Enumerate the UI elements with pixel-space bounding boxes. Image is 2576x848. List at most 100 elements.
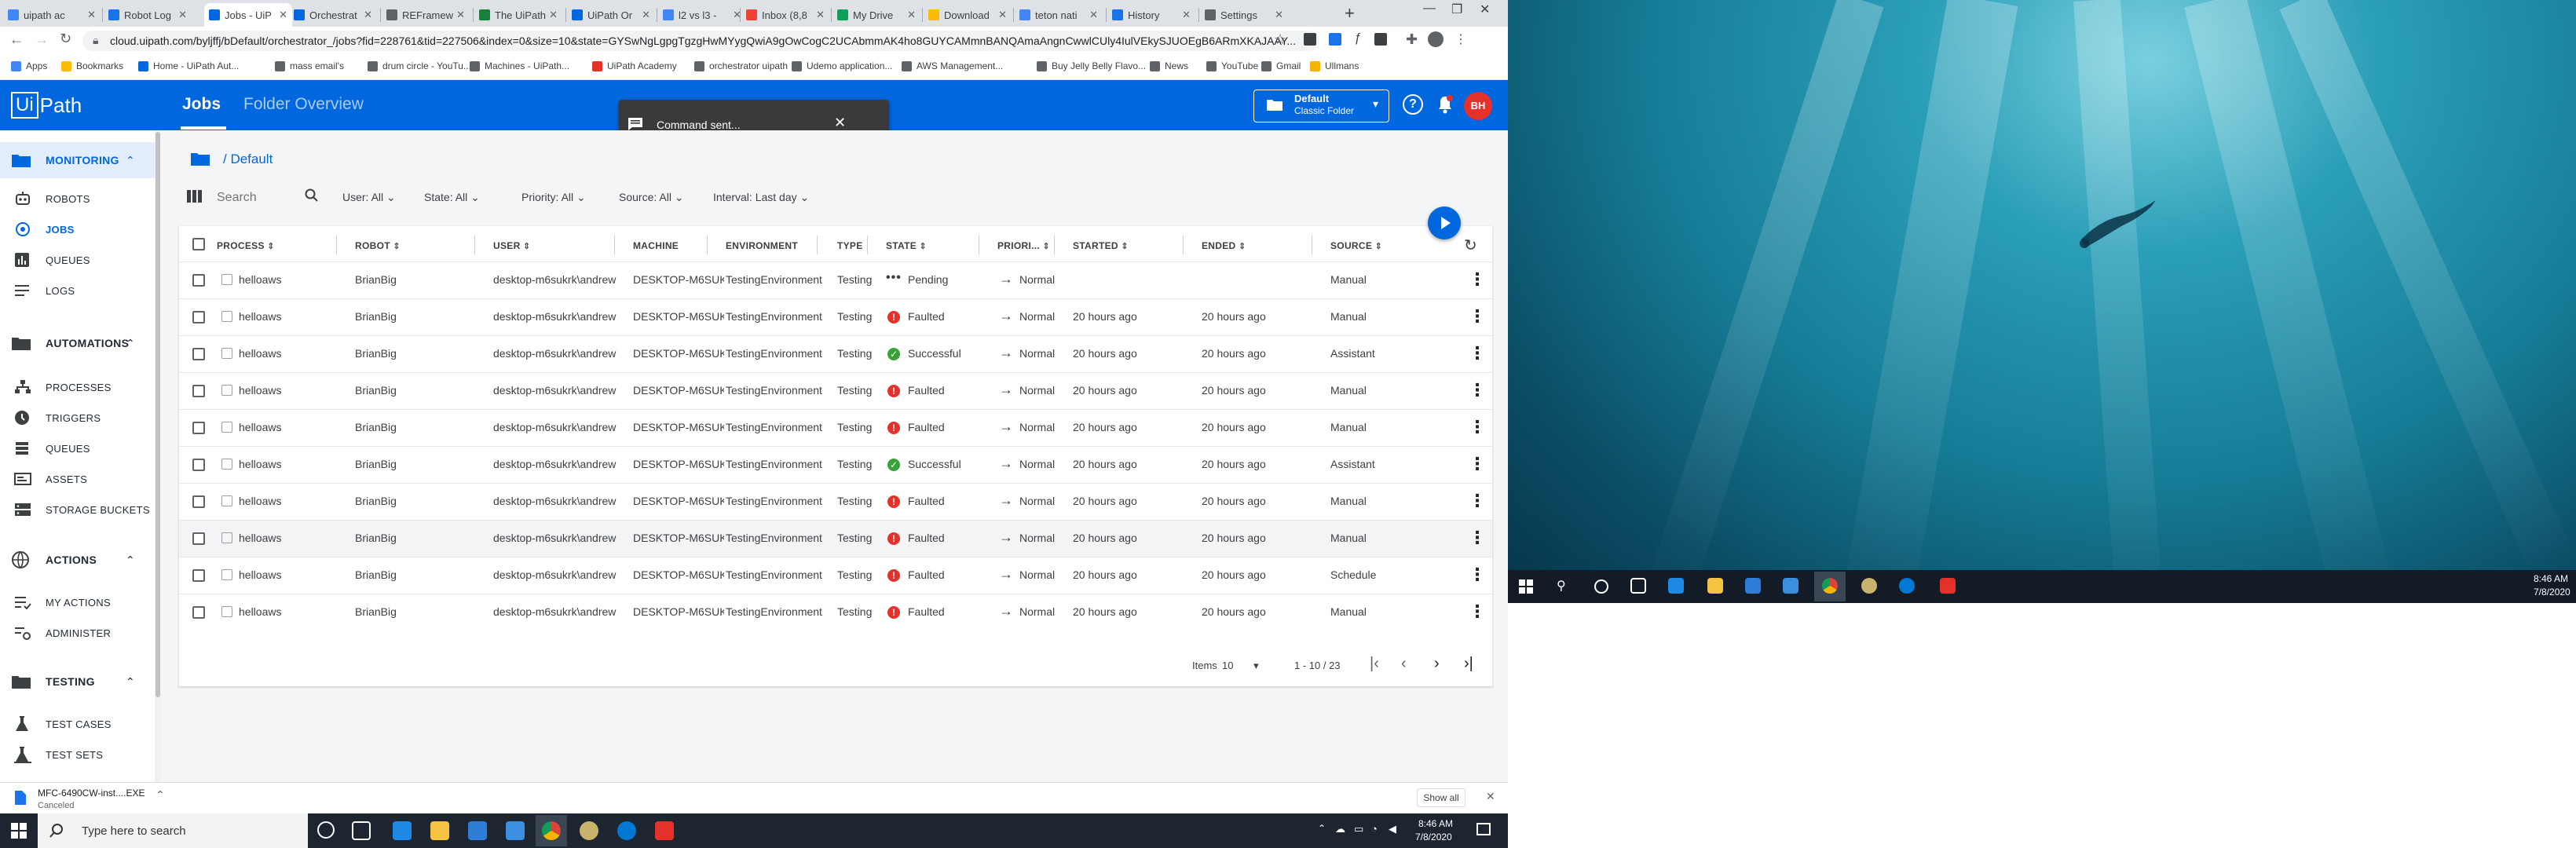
bookmark-item[interactable]: News: [1150, 60, 1188, 71]
lock-icon[interactable]: 🔒︎: [93, 34, 98, 47]
sidebar-item-queues[interactable]: QUEUES: [0, 246, 155, 274]
bookmark-item[interactable]: Machines - UiPath...: [470, 60, 569, 71]
cortana-icon[interactable]: [1594, 579, 1608, 594]
store-icon[interactable]: [468, 821, 487, 840]
file-explorer-icon[interactable]: [430, 821, 449, 840]
column-chooser-icon[interactable]: [187, 190, 203, 203]
sidebar-group-monitoring[interactable]: MONITORING ⌃: [0, 142, 155, 178]
sidebar-item-processes[interactable]: PROCESSES: [0, 373, 155, 401]
uipath-logo[interactable]: Ui Path: [11, 92, 82, 119]
network-icon[interactable]: ◔: [1371, 823, 1378, 835]
taskbar-time-right[interactable]: 8:46 AM: [2534, 573, 2568, 584]
windows-start-icon[interactable]: [1519, 579, 1533, 594]
column-header-ended[interactable]: ENDED ⇕: [1202, 240, 1246, 251]
tray-chevron-icon[interactable]: ⌃: [1318, 823, 1326, 834]
row-checkbox[interactable]: [192, 385, 205, 397]
mail-icon[interactable]: [506, 821, 525, 840]
browser-tab[interactable]: Inbox (8,8 ✕: [741, 3, 829, 27]
app-icon[interactable]: [580, 821, 598, 840]
search-icon[interactable]: [305, 188, 319, 203]
close-tab-icon[interactable]: ✕: [1182, 9, 1191, 21]
volume-icon[interactable]: ◀: [1389, 823, 1396, 835]
maximize-icon[interactable]: ❐: [1451, 2, 1462, 17]
windows-start-icon[interactable]: [11, 823, 27, 839]
sort-icon[interactable]: ⇕: [1372, 242, 1382, 251]
sort-icon[interactable]: ⇕: [390, 242, 401, 251]
row-actions-icon[interactable]: ⋮: [1469, 308, 1486, 325]
row-actions-icon[interactable]: ⋮: [1469, 345, 1486, 362]
filter-interval[interactable]: Interval: Last day ⌄: [713, 191, 809, 204]
sidebar-item-my-actions[interactable]: MY ACTIONS: [0, 588, 155, 616]
formula-extension-icon[interactable]: ƒ: [1354, 31, 1361, 46]
bookmark-item[interactable]: UiPath Academy: [592, 60, 677, 71]
skype-icon[interactable]: [617, 821, 636, 840]
filter-user[interactable]: User: All ⌄: [342, 191, 396, 204]
profile-avatar-icon[interactable]: [1428, 31, 1444, 47]
browser-tab[interactable]: l2 vs l3 - ✕: [658, 3, 746, 27]
show-all-button[interactable]: Show all: [1417, 788, 1465, 807]
column-header-robot[interactable]: ROBOT ⇕: [355, 240, 401, 251]
browser-tab[interactable]: Robot Log ✕: [104, 3, 192, 27]
sidebar-group-testing[interactable]: TESTING ⌃: [0, 663, 155, 700]
start-job-button[interactable]: [1428, 207, 1461, 239]
column-header-user[interactable]: USER ⇕: [493, 240, 530, 251]
sidebar-item-storage-buckets[interactable]: STORAGE BUCKETS: [0, 495, 155, 524]
edge-icon[interactable]: [1668, 578, 1684, 594]
row-checkbox[interactable]: [192, 348, 205, 360]
browser-tab[interactable]: uipath ac ✕: [3, 3, 101, 27]
task-view-icon[interactable]: [1630, 578, 1646, 594]
bookmark-star-icon[interactable]: ☆: [1274, 31, 1286, 48]
column-resizer[interactable]: [474, 236, 475, 254]
sort-icon[interactable]: ⇕: [1040, 242, 1050, 251]
browser-tab[interactable]: Download ✕: [924, 3, 1012, 27]
browser-tab[interactable]: UiPath Or ✕: [567, 3, 655, 27]
close-tab-icon[interactable]: ✕: [998, 9, 1007, 21]
bookmark-item[interactable]: AWS Management...: [902, 60, 1003, 71]
file-explorer-icon[interactable]: [1707, 578, 1723, 594]
sort-icon[interactable]: ⇕: [917, 242, 927, 251]
sidebar-group-automations[interactable]: AUTOMATIONS ⌃: [0, 325, 155, 361]
chevron-up-icon[interactable]: ⌃: [156, 788, 165, 802]
filter-state[interactable]: State: All ⌄: [424, 191, 480, 204]
first-page-icon[interactable]: |‹: [1370, 655, 1379, 673]
filter-source[interactable]: Source: All ⌄: [619, 191, 684, 204]
sort-icon[interactable]: ⇕: [265, 242, 275, 251]
page-size-select[interactable]: 10 ▾: [1222, 660, 1259, 672]
extension-icon[interactable]: [1304, 33, 1316, 46]
sidebar-item-assets[interactable]: ASSETS: [0, 465, 155, 493]
extension-icon[interactable]: [1329, 33, 1341, 46]
sidebar-item-jobs[interactable]: JOBS: [0, 215, 155, 243]
store-icon[interactable]: [1745, 578, 1761, 594]
row-actions-icon[interactable]: ⋮: [1469, 603, 1486, 620]
next-page-icon[interactable]: ›: [1434, 655, 1440, 673]
browser-tab[interactable]: The UiPath ✕: [474, 3, 562, 27]
download-filename[interactable]: MFC-6490CW-inst....EXE: [38, 788, 145, 799]
sidebar-item-administer[interactable]: ADMINISTER: [0, 619, 155, 647]
row-checkbox[interactable]: [192, 495, 205, 508]
forward-icon[interactable]: →: [35, 31, 49, 48]
row-checkbox[interactable]: [192, 422, 205, 434]
edge-icon[interactable]: [393, 821, 412, 840]
app-icon[interactable]: [1861, 578, 1877, 594]
column-resizer[interactable]: [867, 236, 868, 254]
column-resizer[interactable]: [707, 236, 708, 254]
close-tab-icon[interactable]: ✕: [549, 9, 558, 21]
toast-close-icon[interactable]: ✕: [834, 115, 846, 131]
sidebar-item-queues-automations[interactable]: QUEUES: [0, 434, 155, 462]
column-resizer[interactable]: [1183, 236, 1184, 254]
bookmark-item[interactable]: Ullmans: [1310, 60, 1359, 71]
row-actions-icon[interactable]: ⋮: [1469, 529, 1486, 546]
uipath-studio-icon[interactable]: [655, 821, 674, 840]
last-page-icon[interactable]: ›|: [1464, 655, 1473, 673]
browser-tab[interactable]: History ✕: [1107, 3, 1195, 27]
tab-jobs[interactable]: Jobs: [182, 95, 221, 114]
close-tab-icon[interactable]: ✕: [456, 9, 465, 21]
row-checkbox[interactable]: [192, 532, 205, 545]
sidebar-item-test-cases[interactable]: TEST CASES: [0, 710, 155, 738]
bookmark-item[interactable]: Gmail: [1261, 60, 1301, 71]
chrome-icon[interactable]: [542, 821, 561, 840]
row-actions-icon[interactable]: ⋮: [1469, 419, 1486, 436]
column-header-environment[interactable]: ENVIRONMENT: [726, 240, 798, 251]
url-text[interactable]: cloud.uipath.com/byljffj/bDefault/orches…: [110, 35, 1304, 47]
sidebar-item-test-sets[interactable]: TEST SETS: [0, 740, 155, 769]
